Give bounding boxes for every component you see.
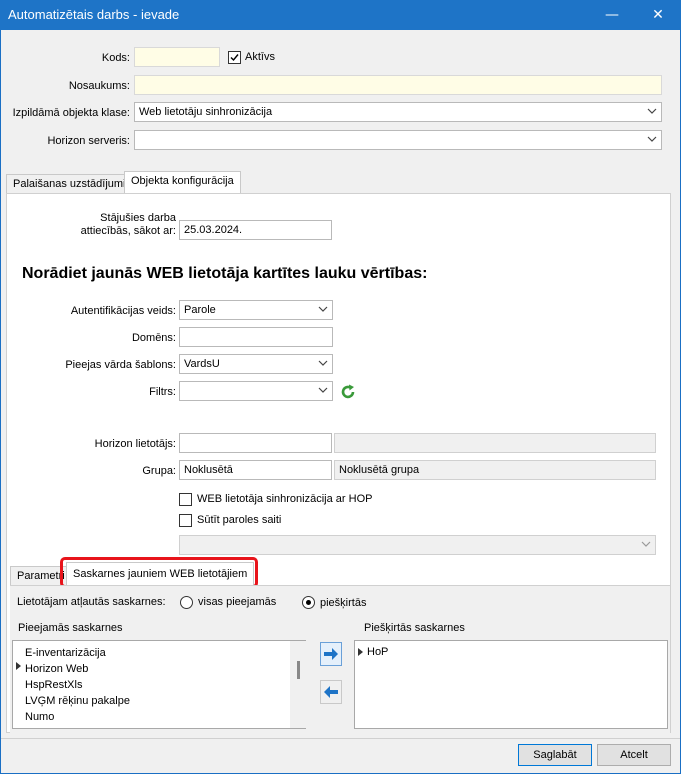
- auth-select[interactable]: Parole: [179, 300, 333, 320]
- group-input[interactable]: Noklusētā: [179, 460, 332, 480]
- list-item[interactable]: HspRestXls: [25, 678, 82, 692]
- scrollbar[interactable]: [290, 641, 306, 728]
- move-left-button[interactable]: [320, 680, 342, 704]
- template-label: Pieejas vārda šablons:: [65, 359, 176, 371]
- row-indicator-icon: [358, 648, 363, 656]
- template-value: VardsU: [184, 358, 220, 370]
- chevron-down-icon: [647, 108, 657, 114]
- serveris-label: Horizon serveris:: [47, 135, 130, 147]
- auth-value: Parole: [184, 304, 216, 316]
- template-select[interactable]: VardsU: [179, 354, 333, 374]
- chevron-down-icon: [318, 360, 328, 366]
- klase-value: Web lietotāju sinhronizācija: [139, 106, 273, 118]
- close-button[interactable]: ✕: [635, 0, 681, 30]
- kods-label: Kods:: [101, 52, 130, 64]
- chevron-down-icon: [318, 306, 328, 312]
- check-icon: [230, 54, 239, 62]
- list-item[interactable]: LVĢM rēķinu pakalpe: [25, 694, 130, 708]
- cancel-button[interactable]: Atcelt: [597, 744, 671, 766]
- move-right-button[interactable]: [320, 642, 342, 666]
- user-input[interactable]: [179, 433, 332, 453]
- radio-assigned[interactable]: [302, 596, 315, 609]
- assigned-list[interactable]: HoP: [354, 640, 668, 729]
- group-label: Grupa:: [142, 465, 176, 477]
- group-name-field: Noklusētā grupa: [334, 460, 656, 480]
- radio-dot: [306, 600, 311, 605]
- domain-input[interactable]: [179, 327, 333, 347]
- save-button[interactable]: Saglabāt: [518, 744, 592, 766]
- send-password-checkbox[interactable]: [179, 514, 192, 527]
- available-list[interactable]: E-inventarizācija Horizon Web HspRestXls…: [12, 640, 306, 729]
- user-label: Horizon lietotājs:: [94, 438, 176, 450]
- available-title: Pieejamās saskarnes: [18, 622, 123, 634]
- disabled-select: [179, 535, 656, 555]
- chevron-down-icon: [318, 387, 328, 393]
- chevron-down-icon: [641, 541, 651, 547]
- kods-input[interactable]: [134, 47, 220, 67]
- date-input[interactable]: 25.03.2024.: [179, 220, 332, 240]
- sync-checkbox[interactable]: [179, 493, 192, 506]
- tab-palaisanas[interactable]: Palaišanas uzstādījumi: [6, 174, 133, 194]
- aktivs-checkbox[interactable]: [228, 51, 241, 64]
- radio-all[interactable]: [180, 596, 193, 609]
- arrow-left-icon: [324, 686, 338, 698]
- list-item[interactable]: HoP: [367, 645, 388, 659]
- filter-label: Filtrs:: [149, 386, 176, 398]
- row-indicator-icon: [16, 662, 21, 670]
- highlight-box: [60, 557, 258, 588]
- footer-divider: [1, 738, 680, 739]
- title-bar: Automatizētais darbs - ievade — ✕: [0, 0, 681, 30]
- assigned-title: Piešķirtās saskarnes: [364, 622, 465, 634]
- sync-label: WEB lietotāja sinhronizācija ar HOP: [197, 493, 373, 505]
- klase-label: Izpildāmā objekta klase:: [12, 107, 130, 119]
- allowed-label: Lietotājam atļautās saskarnes:: [17, 596, 166, 608]
- radio-assigned-label: piešķirtās: [320, 597, 367, 609]
- nosaukums-input[interactable]: [134, 75, 662, 95]
- user-name-field: [334, 433, 656, 453]
- domain-label: Domēns:: [131, 332, 176, 344]
- filter-select[interactable]: [179, 381, 333, 401]
- window-title: Automatizētais darbs - ievade: [8, 7, 180, 22]
- date-label: Stājušies darba attiecībās, sākot ar:: [80, 212, 176, 237]
- radio-all-label: visas pieejamās: [198, 596, 277, 608]
- aktivs-label: Aktīvs: [245, 51, 275, 63]
- arrow-right-icon: [324, 648, 338, 660]
- auth-label: Autentifikācijas veids:: [70, 305, 176, 317]
- send-password-label: Sūtīt paroles saiti: [197, 514, 282, 526]
- list-item[interactable]: E-inventarizācija: [25, 646, 106, 660]
- tab-objekta-konfiguracija[interactable]: Objekta konfigurācija: [124, 171, 241, 194]
- chevron-down-icon: [647, 136, 657, 142]
- section-heading: Norādiet jaunās WEB lietotāja kartītes l…: [22, 265, 428, 282]
- minimize-button[interactable]: —: [589, 0, 635, 30]
- scrollbar-thumb[interactable]: [297, 661, 300, 679]
- nosaukums-label: Nosaukums:: [68, 80, 130, 92]
- serveris-select[interactable]: [134, 130, 662, 150]
- list-item[interactable]: Numo: [25, 710, 54, 724]
- klase-select[interactable]: Web lietotāju sinhronizācija: [134, 102, 662, 122]
- list-item[interactable]: Horizon Web: [25, 662, 88, 676]
- refresh-icon[interactable]: [339, 383, 357, 401]
